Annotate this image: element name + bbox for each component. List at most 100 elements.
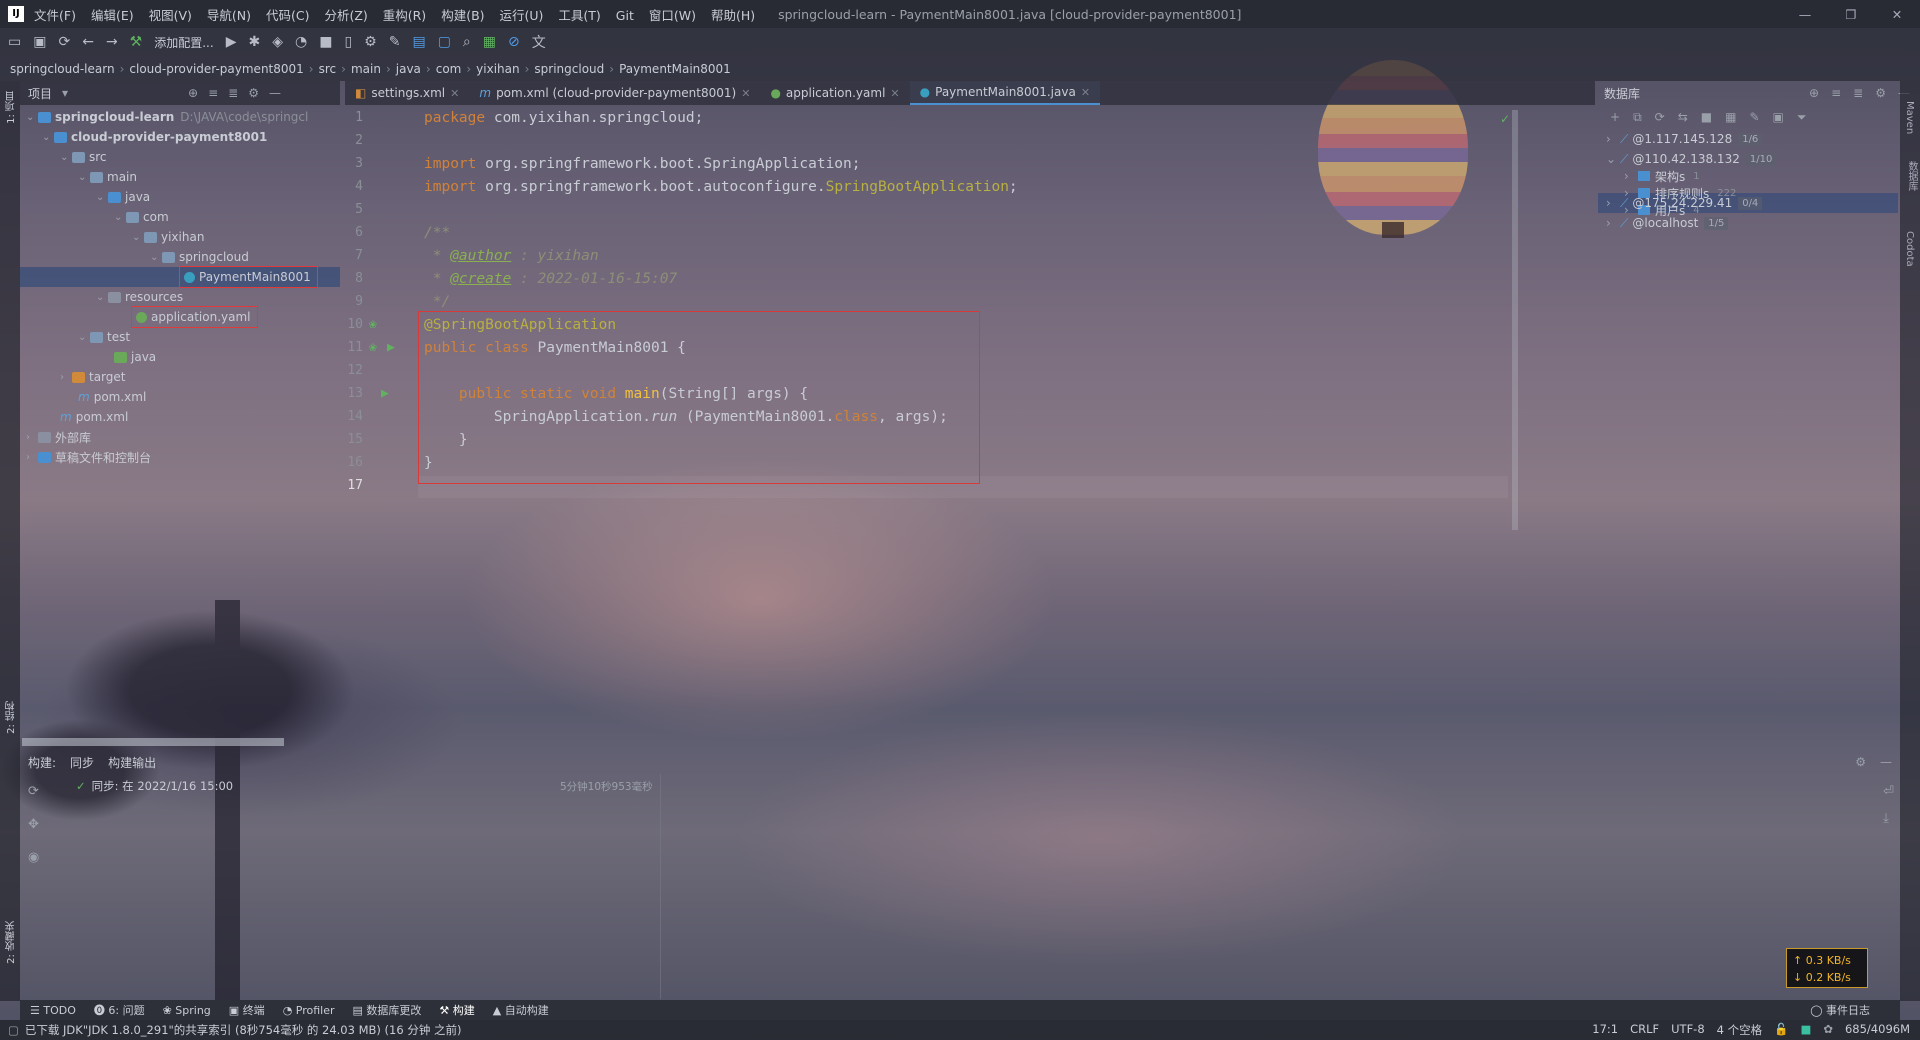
- eye-icon[interactable]: ◉: [28, 850, 39, 865]
- menu-git[interactable]: Git: [616, 8, 634, 23]
- menu-file[interactable]: 文件(F): [34, 8, 76, 23]
- chart-icon[interactable]: ▦: [483, 34, 496, 50]
- console-icon[interactable]: ▣: [1773, 110, 1784, 124]
- expand-all-icon[interactable]: ≡: [1831, 86, 1841, 100]
- tool-tab-terminal[interactable]: ▣ 终端: [229, 1002, 265, 1018]
- run-gutter-icon[interactable]: ▶: [387, 340, 395, 355]
- settings-icon[interactable]: ✿: [1823, 1022, 1833, 1038]
- crumb-main[interactable]: main: [351, 62, 381, 76]
- debug-icon[interactable]: ✱: [248, 34, 260, 50]
- plugin-icon[interactable]: ⊘: [508, 34, 520, 50]
- copy-icon[interactable]: ⧉: [1633, 110, 1642, 125]
- add-configuration-button[interactable]: 添加配置...: [154, 34, 213, 51]
- collapse-all-icon[interactable]: ≣: [228, 86, 238, 100]
- left-strip-project[interactable]: 1: 项目: [4, 91, 19, 124]
- tool-tab-profiler[interactable]: ◔ Profiler: [283, 1004, 335, 1017]
- edit-icon[interactable]: ✎: [1749, 110, 1759, 124]
- tree-item-target[interactable]: › target: [60, 367, 126, 387]
- expand-all-icon[interactable]: ≡: [208, 86, 218, 100]
- menu-analyze[interactable]: 分析(Z): [324, 8, 367, 23]
- build-sync-entry[interactable]: ✓ 同步: 在 2022/1/16 15:00: [76, 778, 233, 794]
- cursor-position[interactable]: 17:1: [1592, 1022, 1618, 1038]
- hide-icon[interactable]: —: [269, 86, 281, 100]
- tool-tab-spring[interactable]: ❀ Spring: [163, 1004, 211, 1017]
- profile-icon[interactable]: ◔: [295, 34, 307, 50]
- tree-item-scratches[interactable]: › 草稿文件和控制台: [26, 447, 151, 467]
- gear-icon[interactable]: ⚙: [1855, 755, 1866, 769]
- build-hammer-icon[interactable]: ⚒: [130, 34, 143, 50]
- memory-indicator[interactable]: 685/4096M: [1845, 1022, 1910, 1038]
- menu-tools[interactable]: 工具(T): [558, 8, 600, 23]
- tree-item-com[interactable]: ⌄ com: [114, 207, 169, 227]
- restore-icon[interactable]: ❐: [1828, 7, 1874, 22]
- right-strip-maven[interactable]: Maven: [1904, 101, 1915, 134]
- locate-icon[interactable]: ⊕: [188, 86, 198, 100]
- tool-tab-todo[interactable]: ☰ TODO: [30, 1004, 76, 1017]
- tree-item-java[interactable]: ⌄ java: [96, 187, 150, 207]
- db-connection-3[interactable]: › ⟋ @175.24.229.41 0/4: [1606, 193, 1763, 213]
- soft-wrap-icon[interactable]: ⏎: [1883, 784, 1894, 799]
- terminal-icon[interactable]: ▢: [438, 34, 451, 50]
- hide-icon[interactable]: —: [1880, 755, 1892, 769]
- stop-icon[interactable]: ■: [1701, 110, 1712, 124]
- file-encoding[interactable]: UTF-8: [1671, 1022, 1705, 1038]
- collapse-all-icon[interactable]: ≣: [1853, 86, 1863, 100]
- gear-icon[interactable]: ⚙: [248, 86, 259, 100]
- menu-refactor[interactable]: 重构(R): [383, 8, 426, 23]
- sync-icon[interactable]: ⟳: [58, 34, 70, 50]
- device-icon[interactable]: ▯: [344, 34, 352, 50]
- build-tab-sync[interactable]: 同步: [70, 754, 94, 771]
- menu-edit[interactable]: 编辑(E): [91, 8, 134, 23]
- project-title[interactable]: 项目: [28, 85, 52, 102]
- tree-item-pom-root[interactable]: m pom.xml: [60, 407, 128, 427]
- editor-vertical-scrollbar[interactable]: [1512, 110, 1518, 530]
- menu-run[interactable]: 运行(U): [500, 8, 544, 23]
- tree-item-src[interactable]: ⌄ src: [60, 147, 107, 167]
- spring-bean-icon[interactable]: ❀: [369, 317, 377, 332]
- left-strip-favorites[interactable]: 2: 收藏夹: [4, 921, 19, 964]
- run-gutter-icon[interactable]: ▶: [381, 386, 389, 401]
- menu-code[interactable]: 代码(C): [266, 8, 309, 23]
- menu-build[interactable]: 构建(B): [441, 8, 484, 23]
- translate-icon[interactable]: 文: [532, 32, 546, 52]
- filter-icon[interactable]: ⏷: [1797, 110, 1807, 125]
- tool-tab-build[interactable]: ⚒ 构建: [439, 1002, 474, 1018]
- codota-icon[interactable]: ■: [1800, 1022, 1811, 1038]
- tree-item-pom-module[interactable]: m pom.xml: [78, 387, 146, 407]
- tab-application-yaml[interactable]: ● application.yaml ✕: [760, 81, 909, 105]
- minimize-icon[interactable]: —: [1782, 7, 1828, 22]
- right-strip-database[interactable]: 数据库: [1904, 161, 1919, 191]
- add-icon[interactable]: +: [1610, 110, 1620, 124]
- build-tab-output[interactable]: 构建输出: [108, 754, 156, 771]
- tree-item-external-libs[interactable]: › 外部库: [26, 427, 91, 447]
- crumb-src[interactable]: src: [319, 62, 337, 76]
- tab-settings-xml[interactable]: ◧ settings.xml ✕: [345, 81, 469, 105]
- menu-help[interactable]: 帮助(H): [711, 8, 755, 23]
- tree-item-root[interactable]: ⌄ springcloud-learn D:\JAVA\code\springcl: [26, 107, 308, 127]
- menu-window[interactable]: 窗口(W): [649, 8, 696, 23]
- chevron-down-icon[interactable]: ▾: [62, 86, 68, 100]
- close-window-icon[interactable]: ✕: [1874, 7, 1920, 22]
- back-icon[interactable]: ←: [82, 34, 94, 50]
- menu-view[interactable]: 视图(V): [149, 8, 192, 23]
- status-message[interactable]: 已下载 JDK"JDK 1.8.0_291"的共享索引 (8秒754毫秒 的 2…: [25, 1022, 462, 1038]
- scroll-end-icon[interactable]: ⤓: [1883, 811, 1894, 826]
- tree-item-main[interactable]: ⌄ main: [78, 167, 137, 187]
- crumb-yixihan[interactable]: yixihan: [476, 62, 519, 76]
- services-icon[interactable]: ⚙: [364, 34, 377, 50]
- open-folder-icon[interactable]: ▭: [8, 34, 21, 50]
- tab-payment-main[interactable]: ● PaymentMain8001.java ✕: [909, 81, 1101, 105]
- event-log-button[interactable]: ◯ 事件日志: [1810, 1002, 1900, 1018]
- locate-icon[interactable]: ⊕: [1809, 86, 1819, 100]
- save-icon[interactable]: ▣: [33, 34, 46, 50]
- tool-tab-problems[interactable]: ⓿ 6: 问题: [94, 1002, 145, 1018]
- menu-navigate[interactable]: 导航(N): [207, 8, 251, 23]
- tool-tab-db-changes[interactable]: ▤ 数据库更改: [353, 1002, 422, 1018]
- run-icon[interactable]: ▶: [226, 34, 237, 50]
- tree-item-test-java[interactable]: java: [114, 347, 156, 367]
- tool-tab-auto-build[interactable]: ▲ 自动构建: [493, 1002, 549, 1018]
- pin-icon[interactable]: ✥: [28, 817, 39, 832]
- build-splitter[interactable]: [660, 774, 661, 999]
- lock-icon[interactable]: 🔓: [1774, 1022, 1788, 1038]
- tree-item-yixihan[interactable]: ⌄ yixihan: [132, 227, 204, 247]
